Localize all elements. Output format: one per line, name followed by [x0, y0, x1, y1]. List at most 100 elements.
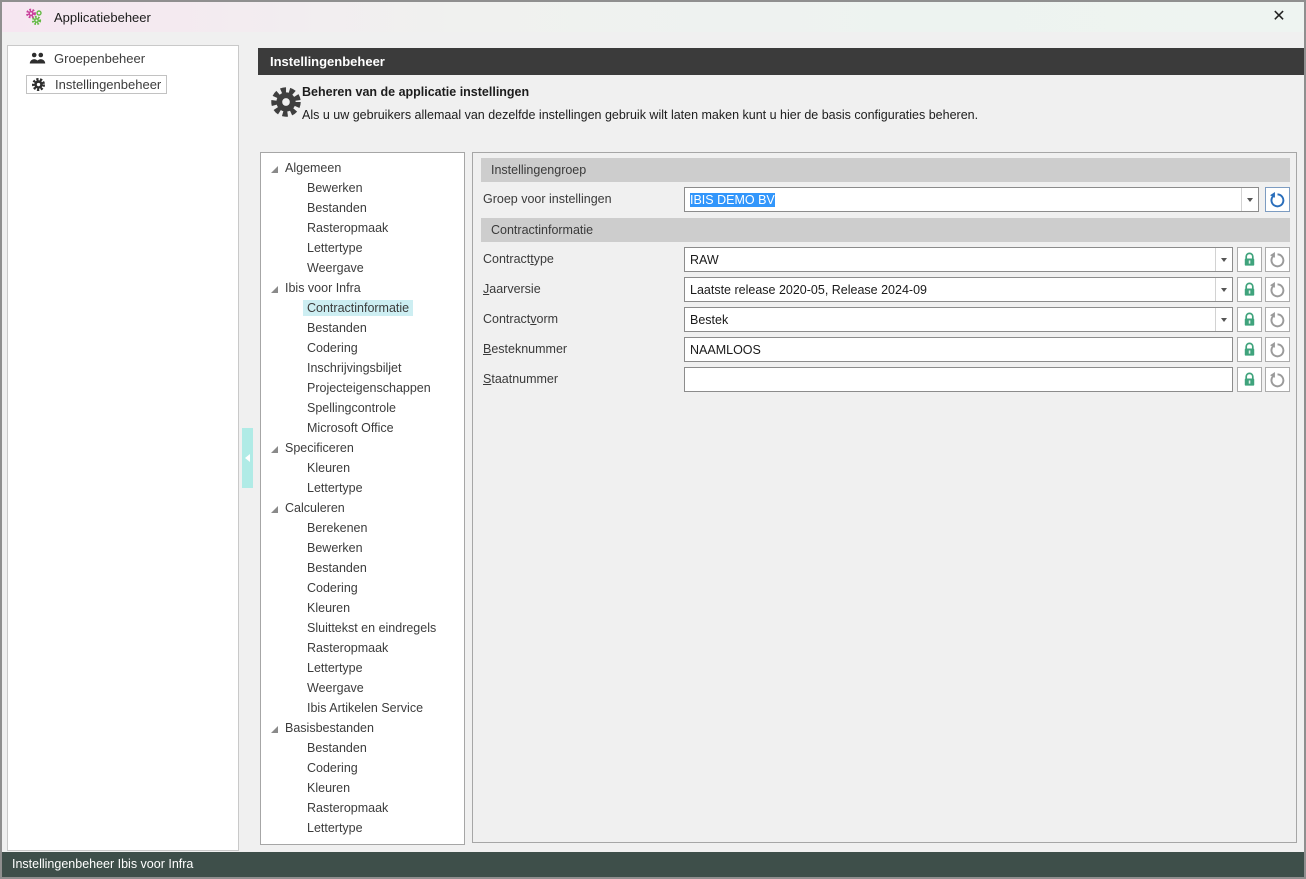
sidebar-item-groepenbeheer[interactable]: Groepenbeheer — [26, 50, 150, 67]
tree-item-kleuren[interactable]: Kleuren — [261, 459, 464, 479]
tree-expander-icon[interactable] — [271, 506, 278, 513]
besteknummer-input[interactable]: NAAMLOOS — [684, 337, 1233, 362]
undo-button[interactable] — [1265, 187, 1290, 212]
lock-button[interactable] — [1237, 277, 1262, 302]
tree-item-lettertype[interactable]: Lettertype — [261, 819, 464, 839]
tree-item-microsoft-office[interactable]: Microsoft Office — [261, 419, 464, 439]
tree-item-label: Codering — [303, 340, 362, 356]
tree-item-bewerken[interactable]: Bewerken — [261, 179, 464, 199]
gear-icon — [269, 85, 303, 119]
lock-button[interactable] — [1237, 367, 1262, 392]
tree-item-codering[interactable]: Codering — [261, 759, 464, 779]
undo-button[interactable] — [1265, 367, 1290, 392]
tree-item-algemeen[interactable]: Algemeen — [261, 159, 464, 179]
gear-icon — [30, 77, 47, 92]
tree-item-weergave[interactable]: Weergave — [261, 679, 464, 699]
field-label: Jaarversie — [483, 277, 541, 302]
description-text: Als u uw gebruikers allemaal van dezelfd… — [302, 108, 978, 122]
tree-item-label: Projecteigenschappen — [303, 380, 435, 396]
field-label: Staatnummer — [483, 367, 558, 392]
sidebar-item-label: Instellingenbeheer — [55, 77, 161, 92]
tree-item-bewerken[interactable]: Bewerken — [261, 539, 464, 559]
tree-item-berekenen[interactable]: Berekenen — [261, 519, 464, 539]
tree-item-codering[interactable]: Codering — [261, 339, 464, 359]
lock-button[interactable] — [1237, 337, 1262, 362]
combo-dropdown-button[interactable] — [1215, 308, 1232, 331]
form-row-contracttype: ContracttypeRAW — [473, 247, 1296, 272]
combo-dropdown-button[interactable] — [1215, 278, 1232, 301]
field-label: Contractvorm — [483, 307, 558, 332]
contracttype-combobox[interactable]: RAW — [684, 247, 1233, 272]
description-title: Beheren van de applicatie instellingen — [302, 85, 529, 99]
field-value: RAW — [685, 253, 719, 267]
tree-item-lettertype[interactable]: Lettertype — [261, 659, 464, 679]
tree-item-kleuren[interactable]: Kleuren — [261, 599, 464, 619]
description-banner: Beheren van de applicatie instellingen A… — [258, 75, 1304, 152]
tree-item-specificeren[interactable]: Specificeren — [261, 439, 464, 459]
tree-item-label: Microsoft Office — [303, 420, 398, 436]
tree-item-label: Contractinformatie — [303, 300, 413, 316]
lock-button[interactable] — [1237, 307, 1262, 332]
combo-dropdown-button[interactable] — [1215, 248, 1232, 271]
chevron-down-icon — [1221, 318, 1227, 322]
undo-icon — [1269, 191, 1286, 208]
tree-item-inschrijvingsbiljet[interactable]: Inschrijvingsbiljet — [261, 359, 464, 379]
undo-button[interactable] — [1265, 337, 1290, 362]
tree-item-label: Ibis voor Infra — [281, 280, 365, 296]
undo-button[interactable] — [1265, 277, 1290, 302]
tree-expander-icon[interactable] — [271, 726, 278, 733]
close-button[interactable]: ✕ — [1264, 4, 1294, 30]
tree-item-label: Lettertype — [303, 240, 367, 256]
tree-item-label: Lettertype — [303, 660, 367, 676]
tree-expander-icon[interactable] — [271, 446, 278, 453]
tree-item-lettertype[interactable]: Lettertype — [261, 479, 464, 499]
undo-button[interactable] — [1265, 307, 1290, 332]
field-value: NAAMLOOS — [685, 343, 761, 357]
tree-item-label: Specificeren — [281, 440, 358, 456]
tree-item-spellingcontrole[interactable]: Spellingcontrole — [261, 399, 464, 419]
jaarversie-combobox[interactable]: Laatste release 2020-05, Release 2024-09 — [684, 277, 1233, 302]
tree-item-ibis-artikelen-service[interactable]: Ibis Artikelen Service — [261, 699, 464, 719]
tree-item-contractinformatie[interactable]: Contractinformatie — [261, 299, 464, 319]
tree-item-label: Bestanden — [303, 200, 371, 216]
tree-item-sluittekst-en-eindregels[interactable]: Sluittekst en eindregels — [261, 619, 464, 639]
tree-item-bestanden[interactable]: Bestanden — [261, 199, 464, 219]
tree-item-kleuren[interactable]: Kleuren — [261, 779, 464, 799]
tree-item-label: Algemeen — [281, 160, 345, 176]
undo-button[interactable] — [1265, 247, 1290, 272]
tree-item-weergave[interactable]: Weergave — [261, 259, 464, 279]
tree-item-label: Basisbestanden — [281, 720, 378, 736]
field-label: Besteknummer — [483, 337, 567, 362]
lock-button[interactable] — [1237, 247, 1262, 272]
tree-item-bestanden[interactable]: Bestanden — [261, 559, 464, 579]
chevron-down-icon — [1221, 288, 1227, 292]
lock-icon — [1241, 341, 1258, 358]
app-window: Applicatiebeheer ✕ GroepenbeheerInstelli… — [0, 0, 1306, 879]
tree-item-basisbestanden[interactable]: Basisbestanden — [261, 719, 464, 739]
tree-item-codering[interactable]: Codering — [261, 579, 464, 599]
tree-item-calculeren[interactable]: Calculeren — [261, 499, 464, 519]
tree-item-label: Kleuren — [303, 780, 354, 796]
tree-item-bestanden[interactable]: Bestanden — [261, 319, 464, 339]
users-icon — [29, 51, 46, 66]
tree-expander-icon[interactable] — [271, 286, 278, 293]
tree-item-ibis-voor-infra[interactable]: Ibis voor Infra — [261, 279, 464, 299]
tree-item-projecteigenschappen[interactable]: Projecteigenschappen — [261, 379, 464, 399]
tree-item-rasteropmaak[interactable]: Rasteropmaak — [261, 799, 464, 819]
contractvorm-combobox[interactable]: Bestek — [684, 307, 1233, 332]
tree-item-rasteropmaak[interactable]: Rasteropmaak — [261, 639, 464, 659]
tree-item-bestanden[interactable]: Bestanden — [261, 739, 464, 759]
staatnummer-input[interactable] — [684, 367, 1233, 392]
tree-expander-icon[interactable] — [271, 166, 278, 173]
sidebar-item-instellingenbeheer[interactable]: Instellingenbeheer — [26, 75, 167, 94]
combo-dropdown-button[interactable] — [1241, 188, 1258, 211]
collapse-arrow-icon — [245, 454, 250, 462]
splitter-grip[interactable] — [242, 428, 253, 488]
lock-icon — [1241, 371, 1258, 388]
tree-item-lettertype[interactable]: Lettertype — [261, 239, 464, 259]
form-row-besteknummer: Besteknummer NAAMLOOS — [473, 337, 1296, 362]
tree-item-rasteropmaak[interactable]: Rasteropmaak — [261, 219, 464, 239]
groep-voor-instellingen-combobox[interactable]: IBIS DEMO BV — [684, 187, 1259, 212]
form-row-jaarversie: Jaarversie Laatste release 2020-05, Relea… — [473, 277, 1296, 302]
tree-item-label: Lettertype — [303, 820, 367, 836]
